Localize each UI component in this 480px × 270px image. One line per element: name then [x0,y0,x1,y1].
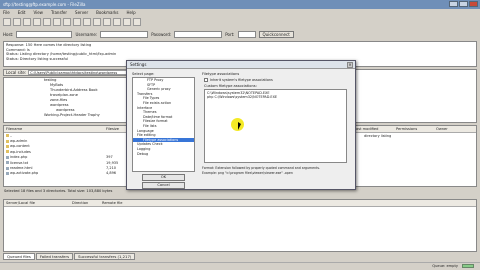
tab-failed-transfers[interactable]: Failed transfers [35,253,74,260]
menu-bar: File Edit View Transfer Server Bookmarks… [0,9,480,16]
column-last-modified[interactable]: Last modified [352,127,394,131]
file-name: .. [10,133,13,138]
host-label: Host: [3,32,14,37]
directory-filter-icon[interactable] [103,18,111,26]
column-server-local-file[interactable]: Server/Local file [4,201,70,205]
column-filename[interactable]: Filename [4,127,104,131]
queue-header: Server/Local file Direction Remote file [4,200,476,207]
window-controls [449,1,478,7]
menu-view[interactable]: View [33,10,43,15]
transfer-queue[interactable]: Server/Local file Direction Remote file [3,199,477,252]
checkbox-icon[interactable] [204,78,208,82]
sync-browsing-icon[interactable] [123,18,131,26]
port-input[interactable] [237,31,256,38]
minimize-button[interactable] [449,1,458,7]
column-direction[interactable]: Direction [70,201,100,205]
port-label: Port: [225,32,235,37]
file-name: license.txt [10,160,29,165]
cancel-operation-icon[interactable] [73,18,81,26]
toggle-local-tree-icon[interactable] [23,18,31,26]
username-input[interactable] [100,31,149,38]
close-button[interactable] [469,1,478,7]
page-item[interactable]: Debug [133,152,194,157]
example-hint: Example: png "c:\program files\viewer\vi… [202,171,293,175]
format-hint: Format: Extension followed by properly q… [202,166,321,170]
file-icon [6,161,9,165]
column-remote-file[interactable]: Remote file [100,201,160,205]
file-name: index.php [10,155,28,160]
menu-edit[interactable]: Edit [18,10,26,15]
tab-successful-transfers[interactable]: Successful transfers (1,217) [74,253,136,260]
dialog-title: Settings [130,62,147,67]
host-input[interactable] [16,31,73,38]
group-title: Filetype associations [202,72,240,76]
transfer-indicator-icon [462,264,474,268]
refresh-icon[interactable] [53,18,61,26]
process-queue-icon[interactable] [63,18,71,26]
folder-icon [6,134,9,138]
column-owner[interactable]: Owner [434,127,474,131]
password-label: Password: [151,32,172,37]
maximize-button[interactable] [459,1,468,7]
password-input[interactable] [174,31,223,38]
menu-file[interactable]: File [3,10,10,15]
queue-tabs: Queued files Failed transfers Successful… [3,253,136,260]
dialog-close-icon[interactable]: × [347,62,353,68]
quickconnect-button[interactable]: Quickconnect [258,31,294,38]
menu-help[interactable]: Help [127,10,136,15]
toolbar [0,16,480,28]
folder-icon [6,144,9,148]
tab-queued-files[interactable]: Queued files [3,253,35,260]
inherit-label: Inherit system's filetype associations [210,78,273,82]
toggle-log-icon[interactable] [13,18,21,26]
file-icon [6,155,9,159]
local-site-label: Local site: [6,70,27,75]
select-page-label: Select page: [132,72,155,76]
queue-status: Queue: empty [432,264,458,268]
mouse-pointer-icon [238,122,241,130]
cancel-button[interactable]: Cancel [142,182,185,189]
association-line: php C:\Windows\system32\NOTEPAD.EXE [207,95,278,100]
file-icon [6,171,9,175]
window-title: sftp://testing@ftp.example.com - FileZil… [3,2,86,7]
file-name: wp-content [10,144,30,149]
toggle-queue-icon[interactable] [43,18,51,26]
folder-icon [6,139,9,143]
ok-button[interactable]: OK [142,174,185,181]
toggle-remote-tree-icon[interactable] [33,18,41,26]
file-name: readme.html [10,166,33,171]
filezilla-window: sftp://testing@ftp.example.com - FileZil… [0,0,480,270]
menu-server[interactable]: Server [75,10,88,15]
site-manager-icon[interactable] [3,18,11,26]
file-icon [6,166,9,170]
dialog-title-bar: Settings [127,61,355,69]
menu-transfer[interactable]: Transfer [51,10,67,15]
disconnect-icon[interactable] [83,18,91,26]
file-name: wp-admin [10,139,28,144]
compare-directories-icon[interactable] [113,18,121,26]
file-name: wp-activate.php [10,171,39,176]
username-label: Username: [75,32,98,37]
associations-textarea[interactable]: C:\Windows\system32\NOTEPAD.EXE php C:\W… [204,89,347,163]
reconnect-icon[interactable] [93,18,101,26]
remote-empty-text: directory listing [364,133,392,138]
settings-page-tree[interactable]: FTP Proxy SFTP Generic proxy Transfers F… [132,77,195,172]
local-status-text: Selected 18 files and 3 directories. Tot… [4,189,113,193]
file-name: wp-includes [10,149,31,154]
status-bar: Queue: empty [0,262,480,270]
column-permissions[interactable]: Permissions [394,127,434,131]
inherit-associations-checkbox[interactable]: Inherit system's filetype associations [204,78,273,82]
quickconnect-bar: Host: Username: Password: Port: Quickcon… [0,29,480,40]
search-icon[interactable] [133,18,141,26]
folder-icon [6,150,9,154]
menu-bookmarks[interactable]: Bookmarks [96,10,118,15]
title-bar: sftp://testing@ftp.example.com - FileZil… [0,0,480,9]
custom-associations-label: Custom filetype associations: [204,84,257,88]
